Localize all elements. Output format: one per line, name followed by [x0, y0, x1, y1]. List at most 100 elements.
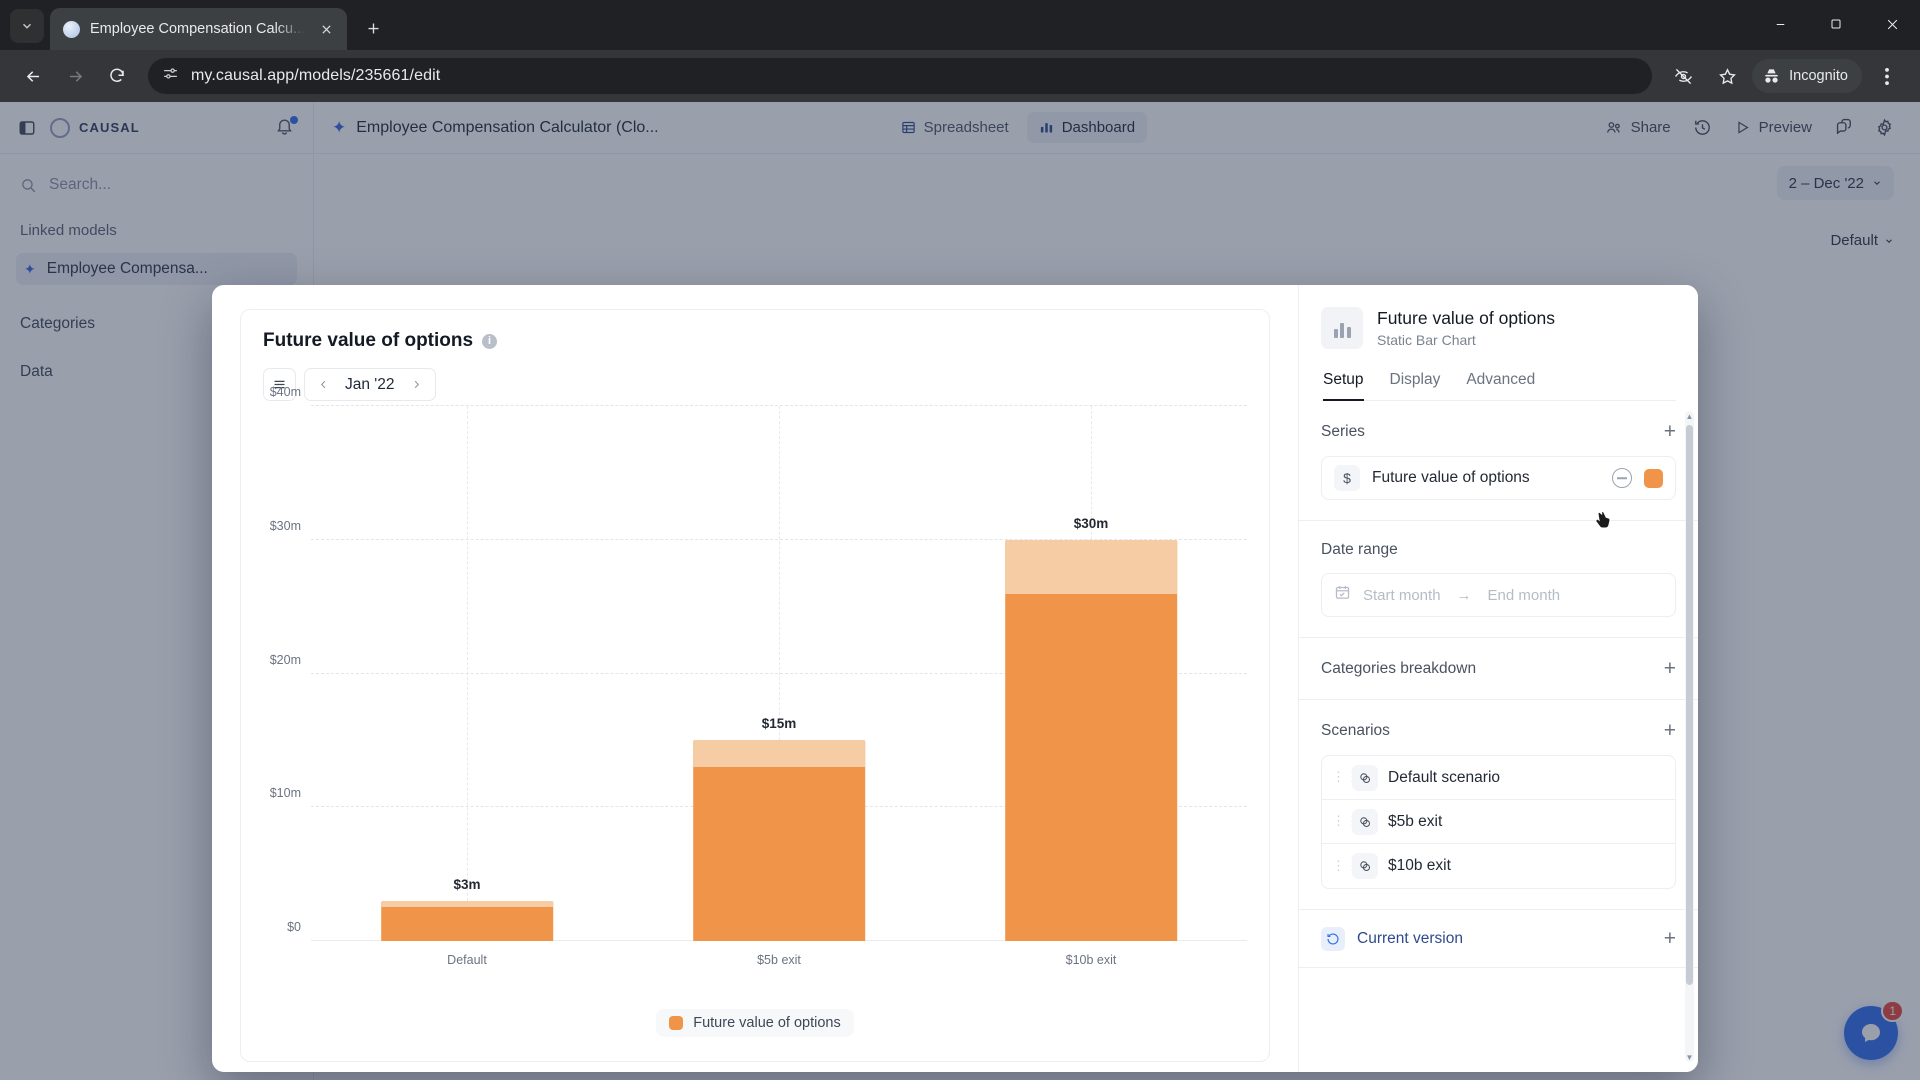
prev-period-button[interactable] [311, 371, 335, 398]
x-axis-label: $5b exit [757, 953, 801, 967]
browser-tab[interactable]: Employee Compensation Calcu... [50, 8, 348, 50]
bar-cap [1005, 539, 1177, 594]
causal-app: CAUSAL ✦ Employee Compensation Calculato… [0, 102, 1920, 1080]
remove-series-icon[interactable] [1612, 468, 1632, 488]
bar[interactable]: $3m [381, 877, 553, 941]
scenarios-section: Scenarios + ⋮⋮ Default scenario ⋮⋮ $5b e… [1299, 700, 1698, 910]
x-axis-tick [466, 406, 468, 941]
y-axis-tick-label: $0 [287, 920, 301, 934]
version-history-icon [1321, 926, 1345, 951]
bookmark-star-icon[interactable] [1708, 57, 1746, 95]
address-bar[interactable]: my.causal.app/models/235661/edit [148, 58, 1653, 94]
site-settings-icon[interactable] [162, 65, 179, 87]
minimize-icon[interactable] [1752, 0, 1808, 48]
config-chart-type: Static Bar Chart [1377, 332, 1476, 348]
series-color-swatch[interactable] [1644, 468, 1663, 488]
scenario-name: Default scenario [1388, 768, 1501, 786]
version-row[interactable]: Current version + [1299, 910, 1698, 968]
reload-icon[interactable] [98, 57, 136, 95]
back-icon[interactable] [14, 57, 52, 95]
y-axis-tick-label: $30m [269, 518, 301, 533]
scrollbar-thumb[interactable] [1686, 425, 1693, 985]
version-left: Current version [1321, 926, 1463, 951]
current-period-label: Jan '22 [345, 375, 395, 393]
scroll-up-icon[interactable]: ▲ [1685, 411, 1694, 421]
tab-favicon-icon [63, 20, 80, 38]
url-text: my.causal.app/models/235661/edit [191, 67, 441, 84]
date-range-title: Date range [1321, 541, 1398, 558]
categories-breakdown-header: Categories breakdown + [1321, 658, 1676, 679]
date-range-section: Date range Start month → End month [1299, 521, 1698, 638]
bar[interactable]: $15m [693, 716, 865, 941]
tab-display[interactable]: Display [1390, 371, 1441, 400]
tab-close-icon[interactable] [315, 18, 337, 40]
date-range-field[interactable]: Start month → End month [1321, 573, 1676, 617]
drag-handle-icon[interactable]: ⋮⋮ [1332, 770, 1359, 784]
bar-group: $15m $5b exit [693, 716, 865, 967]
y-axis-tick-label: $20m [269, 652, 301, 667]
series-row[interactable]: $ Future value of options [1321, 456, 1676, 500]
drag-handle-icon[interactable]: ⋮⋮ [1332, 859, 1359, 873]
categories-breakdown-section: Categories breakdown + [1299, 638, 1698, 700]
plot-inner: $0 $10m $20m $30m $40m $3m Default $15m $5b exit… [270, 385, 1247, 967]
new-tab-button[interactable] [357, 12, 389, 44]
list-item[interactable]: ⋮⋮ Default scenario [1322, 756, 1675, 800]
bar-chart-thumbnail-icon [1321, 307, 1363, 349]
scenario-icon [1352, 764, 1378, 791]
info-icon[interactable]: i [482, 333, 498, 349]
browser-window: Employee Compensation Calcu... my.causal… [0, 0, 1920, 1080]
add-series-button[interactable]: + [1664, 421, 1676, 442]
config-scrollbar[interactable]: ▲ ▼ [1685, 411, 1694, 1062]
list-item[interactable]: ⋮⋮ $5b exit [1322, 800, 1675, 844]
chart-header: Future value of options i [263, 330, 1247, 352]
tab-advanced[interactable]: Advanced [1466, 371, 1535, 400]
browser-toolbar: my.causal.app/models/235661/edit Incogni… [0, 50, 1920, 102]
period-navigator: Jan '22 [304, 368, 436, 401]
window-controls [1752, 0, 1920, 48]
scroll-down-icon[interactable]: ▼ [1685, 1052, 1694, 1062]
drag-handle-icon[interactable]: ⋮⋮ [1332, 814, 1359, 828]
tab-search-chevron-icon[interactable] [10, 9, 44, 43]
categories-breakdown-title: Categories breakdown [1321, 659, 1477, 677]
config-header-row: Future value of options Static Bar Chart [1321, 307, 1676, 349]
toolbar-right: Incognito [1664, 57, 1906, 95]
list-item[interactable]: ⋮⋮ $10b exit [1322, 844, 1675, 888]
scenario-icon [1352, 808, 1378, 835]
chart-plot-area: $0 $10m $20m $30m $40m $3m Default $15m $5b exit… [263, 385, 1247, 975]
end-month-input[interactable]: End month [1488, 587, 1561, 604]
scenario-icon [1352, 853, 1378, 879]
add-version-button[interactable]: + [1664, 928, 1676, 949]
version-label: Current version [1357, 929, 1463, 947]
currency-icon: $ [1334, 465, 1360, 491]
series-section: Series + $ Future value of options [1299, 401, 1698, 521]
tab-setup[interactable]: Setup [1323, 371, 1364, 401]
y-axis-tick-label: $10m [269, 786, 301, 801]
forward-icon[interactable] [56, 57, 94, 95]
maximize-icon[interactable] [1808, 0, 1864, 48]
add-scenario-button[interactable]: + [1664, 720, 1676, 741]
close-window-icon[interactable] [1864, 0, 1920, 48]
chrome-menu-icon[interactable] [1868, 57, 1906, 95]
bar-value-label: $15m [761, 716, 797, 732]
incognito-indicator[interactable]: Incognito [1752, 59, 1862, 93]
tracking-protection-icon[interactable] [1664, 57, 1702, 95]
scenario-name: $10b exit [1388, 857, 1451, 874]
chart-preview-pane: Future value of options i Jan '22 $0 $10… [212, 285, 1298, 1072]
bar[interactable]: $30m [1005, 516, 1177, 941]
start-month-input[interactable]: Start month [1363, 587, 1441, 604]
bar-value-label: $30m [1073, 515, 1109, 531]
legend-item[interactable]: Future value of options [656, 1009, 854, 1037]
tab-title: Employee Compensation Calcu... [90, 21, 306, 37]
add-category-breakdown-button[interactable]: + [1664, 658, 1676, 679]
calendar-icon [1334, 584, 1351, 606]
config-chart-name: Future value of options [1377, 308, 1556, 328]
x-axis-label: $10b exit [1065, 953, 1117, 967]
next-period-button[interactable] [405, 371, 429, 398]
scenarios-header: Scenarios + [1321, 720, 1676, 741]
bar-cap [693, 740, 865, 768]
mouse-cursor [1593, 510, 1613, 541]
chart-legend: Future value of options [241, 1009, 1269, 1037]
scenarios-list: ⋮⋮ Default scenario ⋮⋮ $5b exit ⋮⋮ $10b … [1321, 755, 1676, 889]
series-section-header: Series + [1321, 421, 1676, 442]
scenario-name: $5b exit [1388, 812, 1443, 830]
